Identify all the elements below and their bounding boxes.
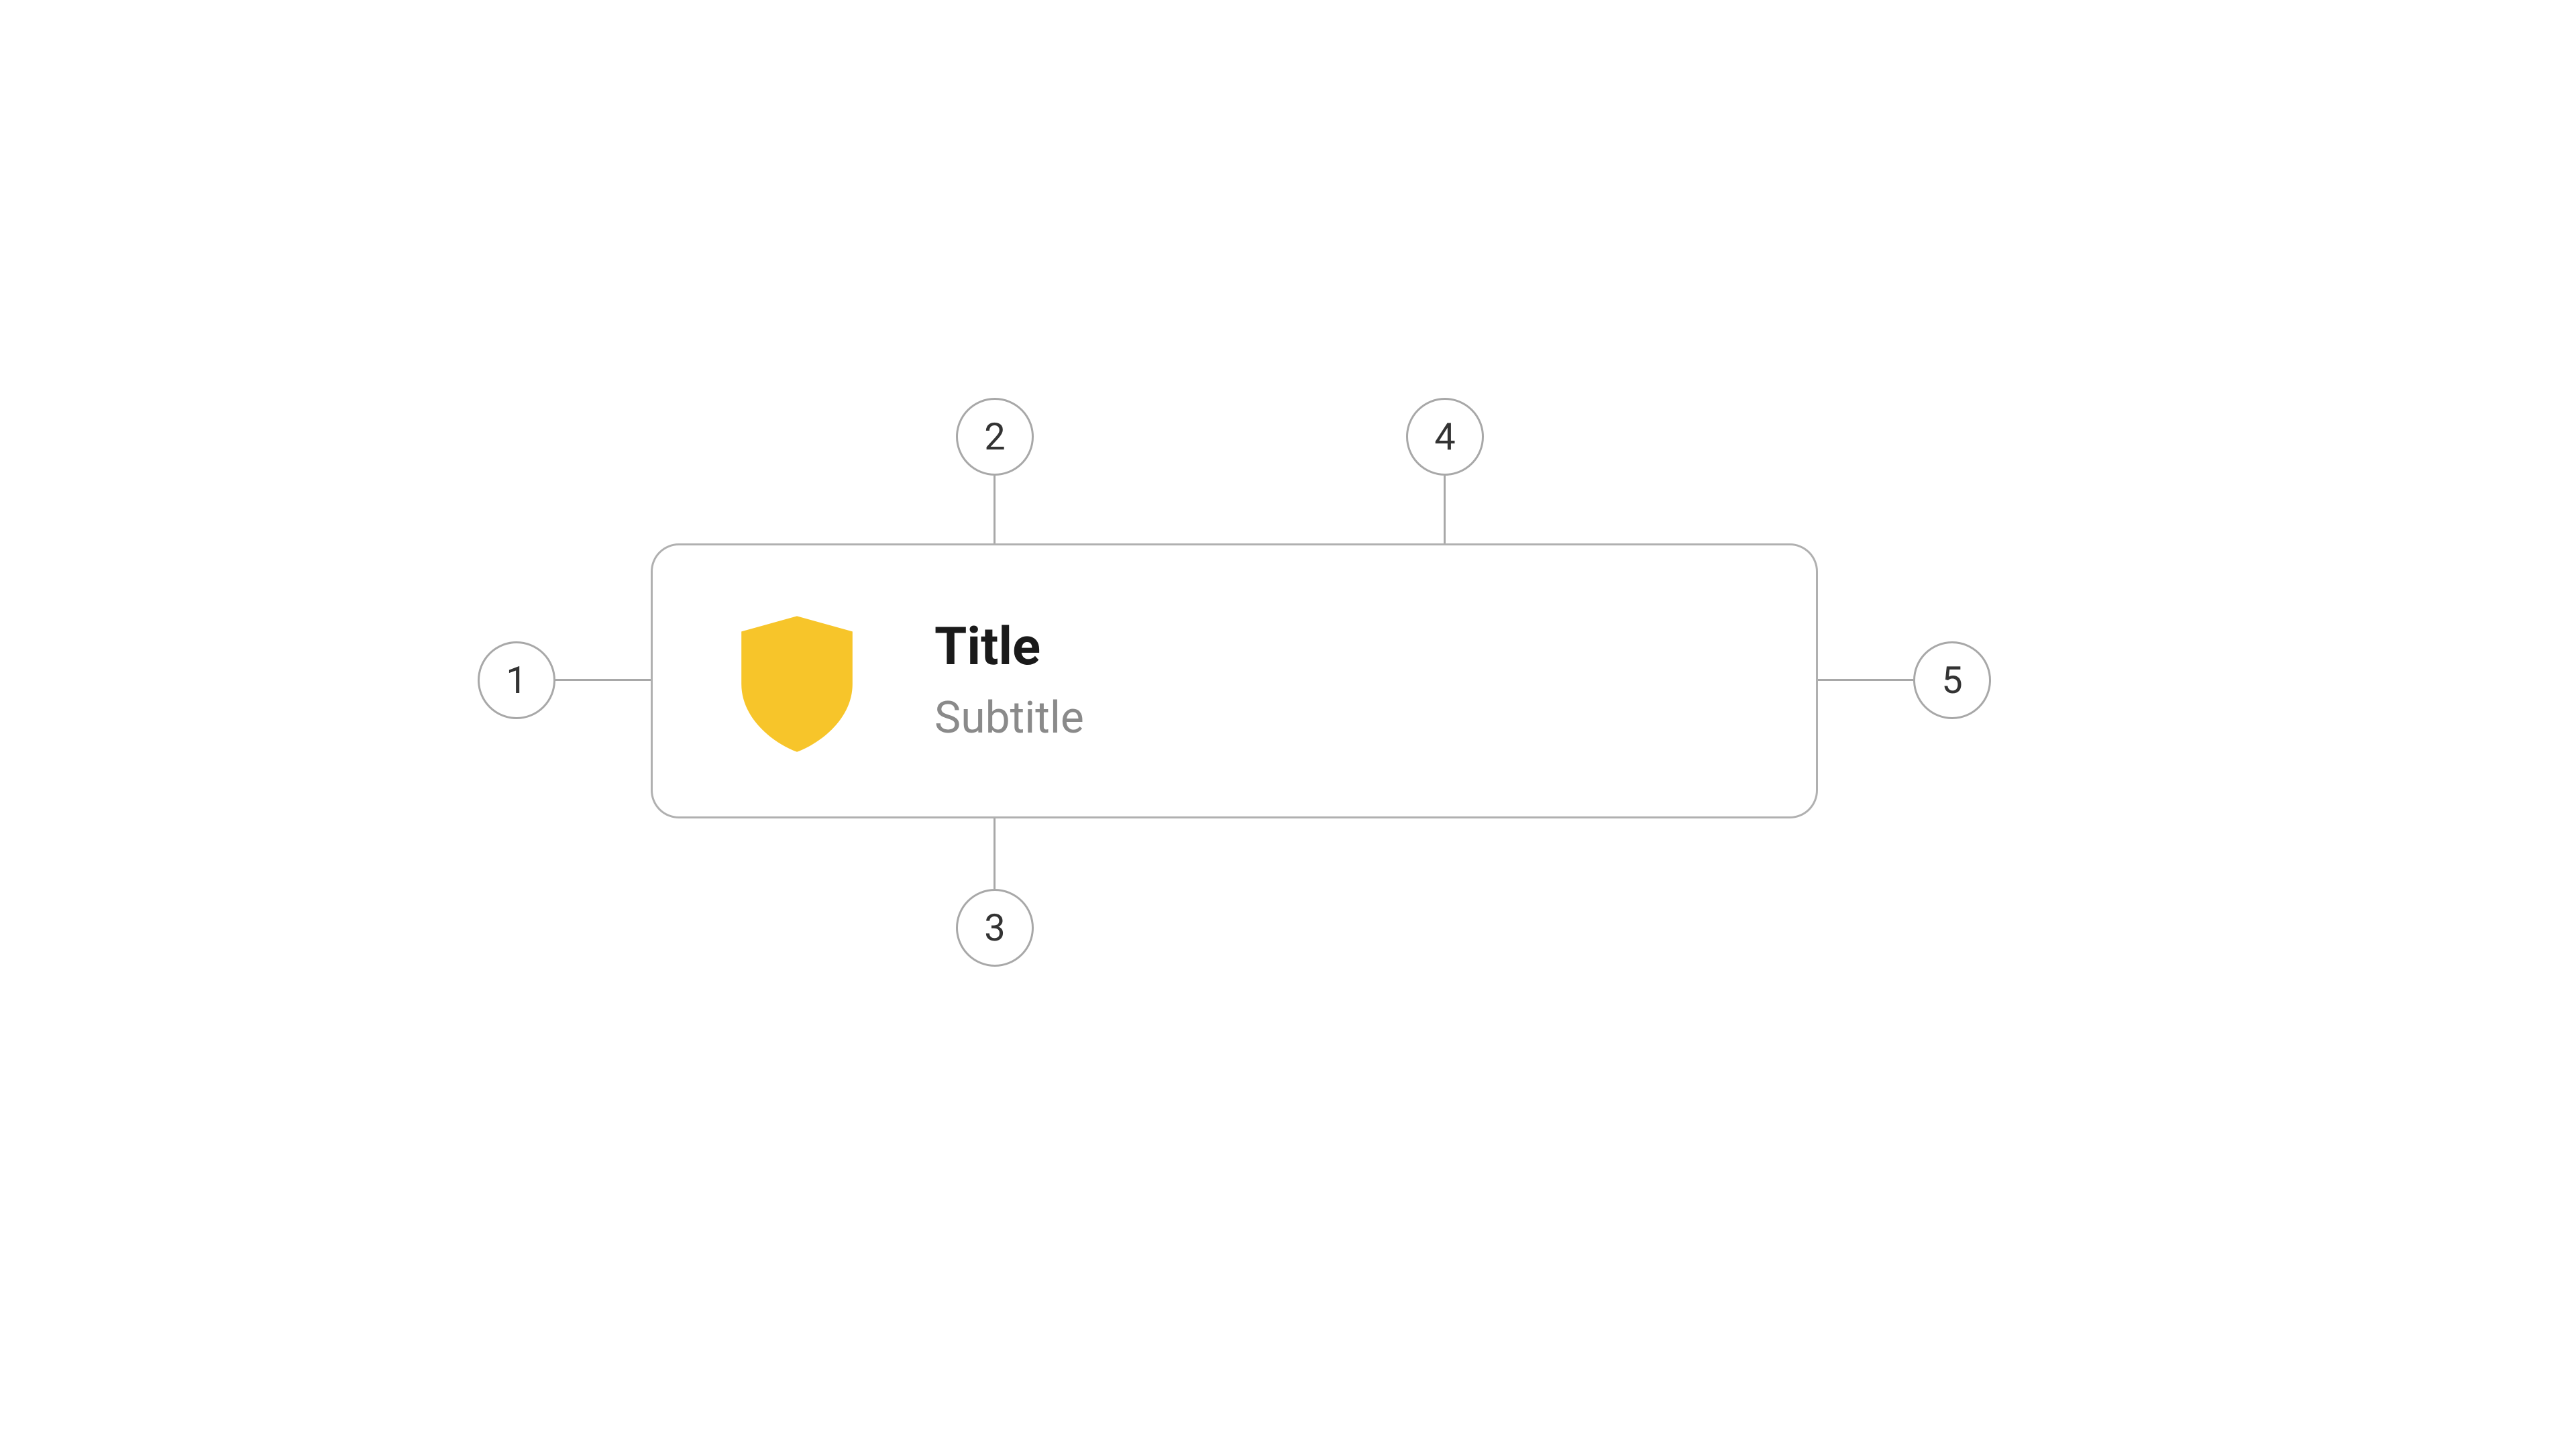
callout-number: 3 bbox=[984, 906, 1005, 950]
leading-icon-slot bbox=[720, 604, 874, 758]
callout-badge-5: 5 bbox=[1913, 641, 1991, 719]
leader-line-4 bbox=[1444, 476, 1446, 546]
callout-number: 5 bbox=[1941, 658, 1962, 702]
shield-icon bbox=[720, 604, 874, 758]
callout-number: 2 bbox=[984, 415, 1005, 459]
callout-badge-3: 3 bbox=[956, 889, 1034, 967]
diagram-canvas: 1 2 3 4 5 Title Subtitle bbox=[0, 0, 2576, 1439]
callout-badge-2: 2 bbox=[956, 398, 1034, 476]
card-subtitle: Subtitle bbox=[934, 695, 1084, 741]
component-card: Title Subtitle bbox=[651, 543, 1818, 818]
callout-badge-1: 1 bbox=[478, 641, 555, 719]
text-block: Title Subtitle bbox=[934, 620, 1084, 741]
callout-number: 4 bbox=[1434, 415, 1455, 459]
callout-badge-4: 4 bbox=[1406, 398, 1484, 476]
callout-number: 1 bbox=[506, 658, 527, 702]
card-title: Title bbox=[934, 620, 1084, 675]
